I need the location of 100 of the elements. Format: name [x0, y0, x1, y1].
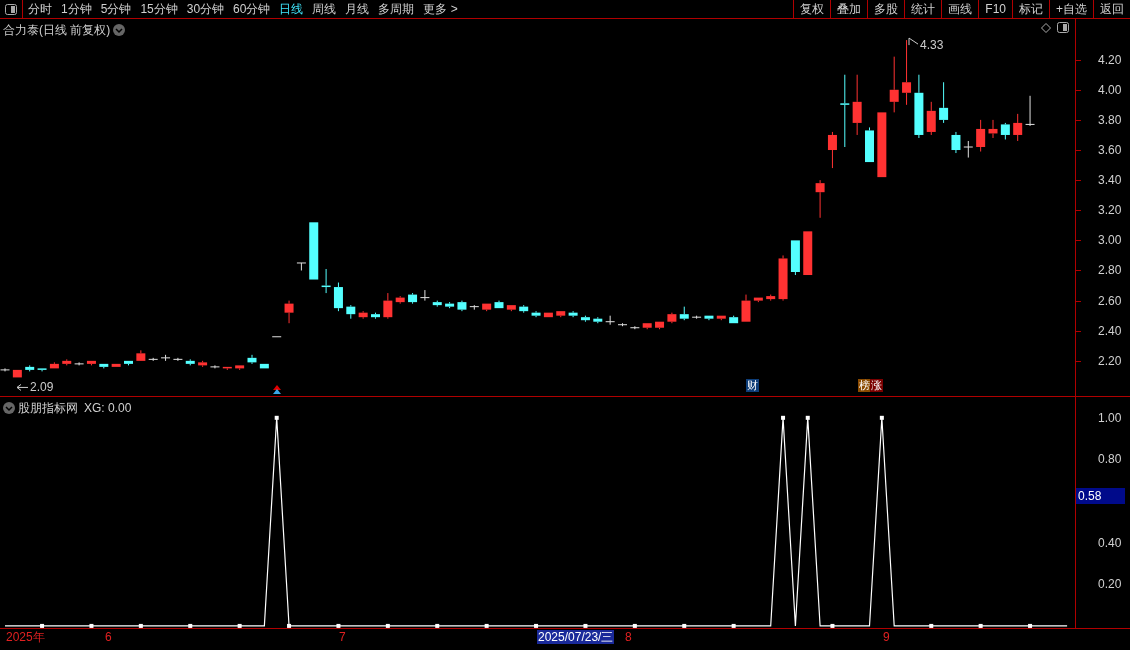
- event-marker[interactable]: 财: [746, 379, 759, 392]
- period-tab[interactable]: 5分钟: [100, 3, 132, 15]
- candlestick: [173, 357, 183, 362]
- candlestick: [1025, 95, 1035, 127]
- period-tab[interactable]: 1分钟: [61, 3, 92, 15]
- dropdown-icon[interactable]: [3, 402, 15, 414]
- date-label: 8: [624, 630, 633, 644]
- event-marker[interactable]: 涨: [870, 379, 883, 392]
- data-point: [435, 623, 440, 628]
- panel-toggle-icon[interactable]: [1057, 22, 1069, 33]
- candlestick: [692, 315, 702, 320]
- candlestick: [111, 363, 121, 368]
- candlestick: [99, 363, 109, 369]
- candlestick: [790, 239, 800, 276]
- candlestick: [198, 360, 208, 368]
- data-point: [385, 623, 390, 628]
- toolbar-button[interactable]: 统计: [904, 0, 942, 18]
- data-point: [830, 623, 835, 628]
- candlestick: [309, 221, 319, 281]
- candlestick: [408, 292, 418, 305]
- candlestick: [247, 354, 257, 365]
- data-point: [731, 623, 736, 628]
- chart-title: 合力泰(日线 前复权): [3, 22, 111, 39]
- period-tab[interactable]: 周线: [312, 3, 337, 15]
- indicator-reading: : 0.00: [101, 400, 132, 417]
- data-point: [89, 623, 94, 628]
- candlestick: [865, 126, 874, 163]
- candlestick: [988, 119, 998, 139]
- date-label: 7: [338, 630, 347, 644]
- candlestick: [827, 131, 837, 169]
- data-point: [274, 415, 279, 420]
- candlestick: [358, 310, 368, 320]
- current-value-label: 0.58: [1076, 488, 1125, 504]
- candlestick: [593, 316, 603, 324]
- candlestick: [679, 306, 689, 321]
- period-tab[interactable]: 60分钟: [233, 3, 271, 15]
- toolbar-button[interactable]: 标记: [1012, 0, 1049, 18]
- candlestick: [741, 294, 751, 323]
- axis-label: 3.60: [1098, 143, 1122, 157]
- candlestick: [926, 101, 936, 136]
- candlestick: [86, 360, 96, 366]
- candlestick: [222, 366, 232, 371]
- candlestick: [852, 74, 862, 136]
- candlestick: [185, 358, 195, 366]
- period-tab[interactable]: 分时: [28, 3, 52, 15]
- date-label: 6: [104, 630, 113, 644]
- period-tab[interactable]: 日线: [279, 3, 304, 15]
- data-point: [978, 623, 983, 628]
- panel-toggle-icon[interactable]: [5, 3, 17, 15]
- candlestick: [667, 312, 677, 324]
- candlestick: [877, 111, 887, 178]
- data-point: [188, 623, 193, 628]
- axis-label: 4.00: [1098, 82, 1122, 97]
- date-label: 2025年: [5, 630, 46, 644]
- signal-arrow-icon: [273, 385, 281, 394]
- candlestick: [803, 230, 813, 276]
- candlestick: [37, 367, 47, 372]
- candlestick: [556, 310, 566, 318]
- axis-label: 1.00: [1098, 410, 1122, 425]
- candlestick: [445, 301, 455, 309]
- candlestick: [1013, 113, 1023, 142]
- candlestick: [729, 315, 739, 324]
- period-tab[interactable]: 15分钟: [140, 3, 178, 15]
- low-price-label: 2.09: [30, 380, 54, 395]
- period-tab[interactable]: 多周期: [378, 3, 415, 15]
- candlestick: [469, 304, 479, 311]
- toolbar-button[interactable]: 多股: [867, 0, 905, 18]
- candlestick: [531, 310, 541, 318]
- candlestick: [766, 294, 776, 302]
- period-tab[interactable]: 更多 >: [423, 3, 458, 15]
- candlestick: [49, 361, 59, 369]
- candlestick: [716, 315, 726, 321]
- dropdown-icon[interactable]: [113, 24, 126, 36]
- high-price-arrow-icon: [908, 37, 919, 46]
- candlestick: [457, 300, 467, 312]
- period-tab[interactable]: 月线: [345, 3, 370, 15]
- low-price-arrow-icon: [16, 383, 29, 391]
- diamond-icon[interactable]: [1041, 22, 1051, 33]
- candlestick: [704, 315, 714, 321]
- candlestick: [618, 322, 627, 327]
- candlestick: [976, 119, 986, 153]
- candlestick: [420, 289, 430, 302]
- candlestick: [62, 358, 72, 366]
- candlestick: [136, 349, 146, 362]
- data-point: [138, 623, 143, 628]
- candlestick: [321, 268, 331, 294]
- candlestick: [506, 304, 516, 312]
- toolbar-button[interactable]: 画线: [941, 0, 979, 18]
- axis-label: 2.40: [1098, 323, 1122, 338]
- toolbar-button[interactable]: 叠加: [830, 0, 868, 18]
- toolbar-button[interactable]: +自选: [1049, 0, 1093, 18]
- candlestick: [0, 367, 10, 372]
- data-point: [237, 623, 242, 628]
- toolbar-button[interactable]: 复权: [793, 0, 831, 18]
- candlestick: [395, 295, 405, 305]
- data-point: [781, 415, 786, 420]
- candlestick: [951, 131, 961, 154]
- period-tab[interactable]: 30分钟: [186, 3, 225, 15]
- toolbar-button[interactable]: F10: [978, 0, 1012, 18]
- toolbar-button[interactable]: 返回: [1093, 0, 1130, 18]
